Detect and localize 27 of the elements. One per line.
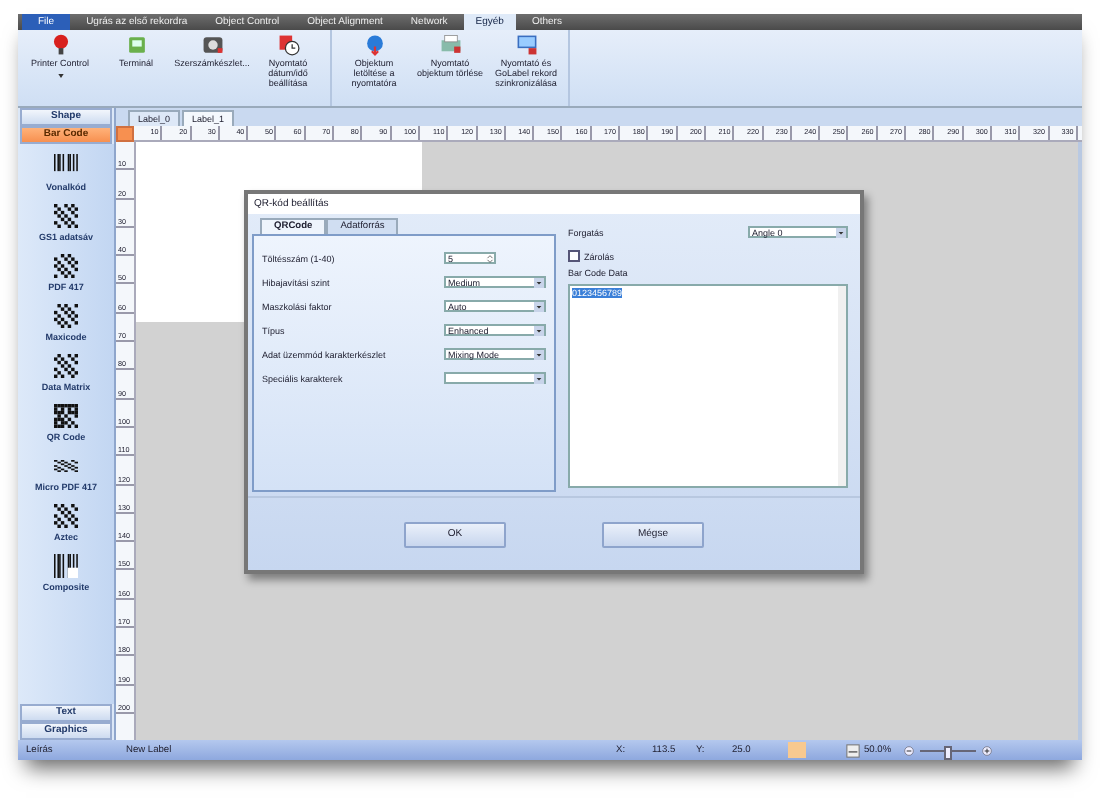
matrix-code-icon bbox=[53, 454, 78, 478]
matrix-code-icon bbox=[53, 204, 78, 228]
matrix-code-icon bbox=[53, 504, 78, 528]
dropdown-arrow-icon[interactable] bbox=[534, 349, 544, 359]
matrix-code-icon bbox=[53, 404, 78, 428]
matrix-code-icon bbox=[53, 304, 78, 328]
fit-page-icon[interactable] bbox=[846, 743, 860, 757]
spinner-arrows-icon[interactable] bbox=[486, 253, 494, 263]
matrix-code-icon bbox=[53, 354, 78, 378]
slider-thumb[interactable] bbox=[943, 745, 952, 759]
dropdown-arrow-icon[interactable] bbox=[534, 373, 544, 383]
zoom-out-icon[interactable] bbox=[904, 745, 914, 755]
color-swatch[interactable] bbox=[788, 742, 806, 758]
terminal-icon bbox=[125, 34, 147, 56]
matrix-code-icon bbox=[53, 254, 78, 278]
dropdown-arrow-icon[interactable] bbox=[534, 277, 544, 287]
dropdown-arrow-icon[interactable] bbox=[836, 227, 846, 237]
printer-icon bbox=[439, 34, 461, 56]
stop-light-icon bbox=[49, 34, 71, 56]
monitor-icon bbox=[515, 34, 537, 56]
scrollbar[interactable] bbox=[838, 286, 846, 486]
dropdown-arrow-icon[interactable] bbox=[534, 325, 544, 335]
zoom-in-icon[interactable] bbox=[982, 745, 992, 755]
checkbox[interactable] bbox=[568, 250, 580, 262]
barcode-icon bbox=[53, 554, 78, 578]
dropdown-arrow-icon[interactable] bbox=[534, 301, 544, 311]
calendar-clock-icon bbox=[277, 34, 299, 56]
